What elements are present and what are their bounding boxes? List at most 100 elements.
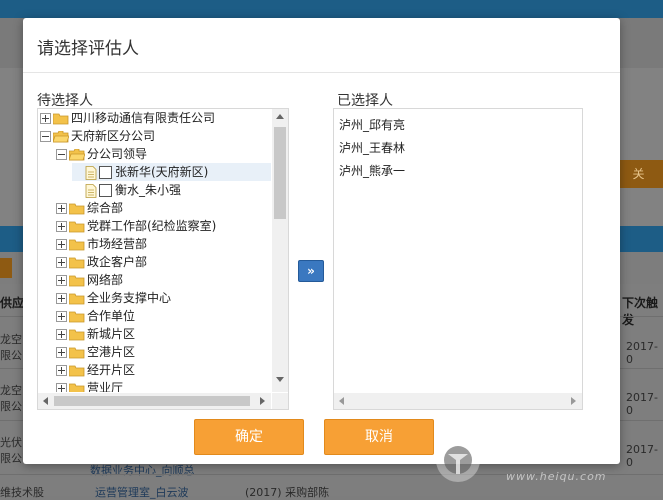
background-cell: 龙空 — [0, 384, 22, 397]
tree-node-label: 营业厅 — [87, 381, 124, 392]
tree-node[interactable]: 分公司领导 — [56, 145, 147, 163]
tree-node-label: 党群工作部(纪检监察室) — [87, 219, 217, 233]
background-link: 运营管理室_白云波 — [95, 486, 189, 499]
expand-icon[interactable] — [56, 383, 67, 392]
tree-vertical-scroll-thumb[interactable] — [274, 127, 286, 219]
confirm-button[interactable]: 确定 — [194, 419, 304, 455]
background-table-header-right: 下次触发 — [622, 296, 659, 327]
tree-node-label: 综合部 — [87, 201, 124, 215]
selected-horizontal-scrollbar[interactable] — [334, 393, 582, 409]
add-selected-button[interactable]: » — [298, 260, 324, 282]
document-icon — [85, 183, 99, 198]
tree-node-label: 合作单位 — [87, 309, 136, 323]
expand-icon[interactable] — [56, 203, 67, 214]
tree-node[interactable]: 全业务支撑中心 — [56, 289, 171, 307]
background-cell: 2017-0 — [626, 340, 658, 366]
scrollbar-corner — [272, 393, 288, 409]
selected-person-item[interactable]: 泸州_邱有亮 — [339, 116, 405, 133]
tree-horizontal-scrollbar[interactable] — [38, 393, 271, 409]
expand-icon[interactable] — [56, 311, 67, 322]
tree-node[interactable]: 党群工作部(纪检监察室) — [56, 217, 216, 235]
background-cell: 维技术股 — [0, 486, 44, 499]
folder-icon — [53, 129, 71, 143]
candidate-tree-panel[interactable]: 四川移动通信有限责任公司天府新区分公司分公司领导张新华(天府新区) 衡水_朱小强综… — [37, 108, 289, 410]
scroll-up-arrow-icon[interactable] — [276, 114, 284, 119]
folder-icon — [69, 309, 87, 323]
tree-node[interactable]: 张新华(天府新区) — [72, 163, 271, 181]
tree-node[interactable]: 合作单位 — [56, 307, 135, 325]
expand-icon[interactable] — [56, 257, 67, 268]
background-orange-marker — [0, 258, 12, 278]
document-icon — [85, 165, 99, 180]
folder-icon — [69, 273, 87, 287]
collapse-icon[interactable] — [40, 131, 51, 142]
folder-icon — [69, 219, 87, 233]
scroll-down-arrow-icon[interactable] — [276, 377, 284, 382]
tree-node-label: 政企客户部 — [87, 255, 148, 269]
tree-node[interactable]: 空港片区 — [56, 343, 135, 361]
scroll-left-arrow-icon[interactable] — [339, 397, 344, 405]
expand-icon[interactable] — [56, 239, 67, 250]
tree-node-label: 张新华(天府新区) — [115, 165, 209, 179]
expand-icon[interactable] — [56, 275, 67, 286]
tree-node-label: 全业务支撑中心 — [87, 291, 172, 305]
background-table-header-left: 供应 — [0, 296, 25, 310]
folder-icon — [69, 381, 87, 392]
background-top-bar — [0, 0, 663, 18]
folder-icon — [53, 111, 71, 125]
expand-icon[interactable] — [56, 329, 67, 340]
tree-node-label: 经开片区 — [87, 363, 136, 377]
dialog-title: 请选择评估人 — [37, 39, 139, 59]
candidate-tree[interactable]: 四川移动通信有限责任公司天府新区分公司分公司领导张新华(天府新区) 衡水_朱小强综… — [38, 109, 271, 392]
background-cell: 光伏 — [0, 436, 22, 449]
tree-node-label: 衡水_朱小强 — [115, 183, 182, 197]
folder-icon — [69, 345, 87, 359]
selected-person-item[interactable]: 泸州_熊承一 — [339, 162, 405, 179]
background-cell: 2017-0 — [626, 391, 658, 417]
person-checkbox[interactable] — [99, 166, 112, 179]
expand-icon[interactable] — [40, 113, 51, 124]
folder-icon — [69, 327, 87, 341]
expand-icon[interactable] — [56, 347, 67, 358]
folder-icon — [69, 363, 87, 377]
folder-icon — [69, 201, 87, 215]
folder-icon — [69, 147, 87, 161]
collapse-icon[interactable] — [56, 149, 67, 160]
tree-node[interactable]: 政企客户部 — [56, 253, 147, 271]
tree-node[interactable]: 市场经营部 — [56, 235, 147, 253]
tree-node-label: 市场经营部 — [87, 237, 148, 251]
select-evaluator-dialog: 请选择评估人 待选择人 已选择人 四川移动通信有限责任公司 天府新区分公司 分公司领… — [23, 18, 620, 464]
tree-node-label: 分公司领导 — [87, 147, 148, 161]
scroll-right-arrow-icon[interactable] — [260, 397, 265, 405]
tree-node[interactable]: 四川移动通信有限责任公司 — [40, 109, 215, 127]
folder-icon — [69, 237, 87, 251]
tree-node[interactable]: 天府新区分公司 — [40, 127, 155, 145]
scroll-left-arrow-icon[interactable] — [43, 397, 48, 405]
folder-icon — [69, 255, 87, 269]
selected-label: 已选择人 — [337, 93, 393, 109]
folder-icon — [69, 291, 87, 305]
expand-icon[interactable] — [56, 221, 67, 232]
background-cell: 龙空 — [0, 333, 22, 346]
tree-node-label: 四川移动通信有限责任公司 — [71, 111, 216, 125]
tree-node[interactable]: 营业厅 — [56, 379, 123, 392]
person-checkbox[interactable] — [99, 184, 112, 197]
tree-node[interactable]: 衡水_朱小强 — [72, 181, 181, 199]
tree-vertical-scrollbar[interactable] — [272, 109, 288, 392]
cancel-button[interactable]: 取消 — [324, 419, 434, 455]
tree-node[interactable]: 综合部 — [56, 199, 123, 217]
expand-icon[interactable] — [56, 365, 67, 376]
tree-horizontal-scroll-thumb[interactable] — [54, 396, 250, 406]
expand-icon[interactable] — [56, 293, 67, 304]
watermark-url: www.heiqu.com — [506, 470, 607, 483]
background-orange-button: 关 — [614, 160, 663, 188]
tree-node-label: 新城片区 — [87, 327, 136, 341]
watermark-text: 黑区网络 — [482, 438, 595, 468]
selected-list-panel[interactable]: 泸州_邱有亮 泸州_王春林 泸州_熊承一 — [333, 108, 583, 410]
tree-node[interactable]: 经开片区 — [56, 361, 135, 379]
scroll-right-arrow-icon[interactable] — [571, 397, 576, 405]
selected-person-item[interactable]: 泸州_王春林 — [339, 139, 405, 156]
tree-node-label: 网络部 — [87, 273, 124, 287]
tree-node[interactable]: 网络部 — [56, 271, 123, 289]
tree-node[interactable]: 新城片区 — [56, 325, 135, 343]
